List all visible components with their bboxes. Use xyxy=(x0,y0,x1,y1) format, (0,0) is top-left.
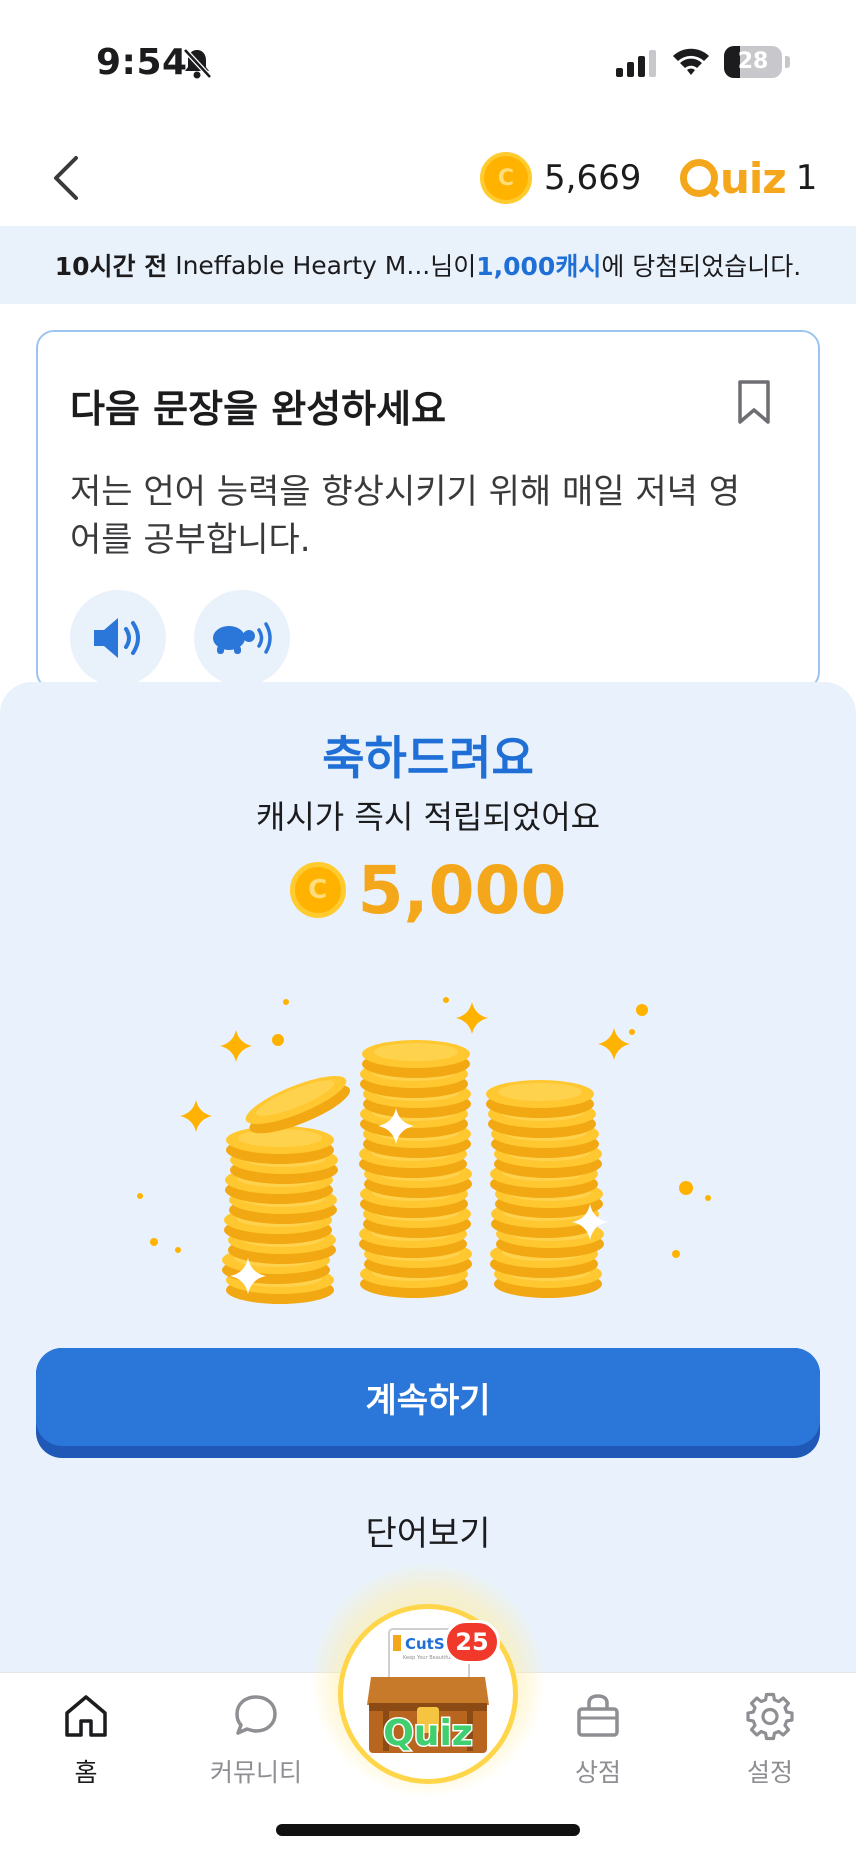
ticker-text-end: 에 당첨되었습니다. xyxy=(601,252,802,281)
tab-community[interactable]: 커뮤니티 xyxy=(196,1691,316,1801)
question-title: 다음 문장을 완성하세요 xyxy=(70,387,447,431)
ticker-time: 10시간 전 xyxy=(54,252,168,281)
battery-tip xyxy=(785,56,790,68)
tab-community-label: 커뮤니티 xyxy=(209,1758,302,1787)
reward-title: 축하드려요 xyxy=(322,731,534,785)
coin-icon: C xyxy=(289,862,346,918)
tab-settings[interactable]: 설정 xyxy=(710,1691,830,1801)
speaker-icon xyxy=(94,618,140,658)
ticker-user: Ineffable Hearty M... xyxy=(175,250,431,280)
coin-stacks-illustration xyxy=(137,997,711,1304)
cellular-signal-icon xyxy=(616,50,656,77)
word-view-button[interactable]: 단어보기 xyxy=(328,1500,528,1560)
status-bar: 9:54 28 xyxy=(0,0,856,120)
bookmark-icon[interactable] xyxy=(734,378,774,426)
ticker-text: 님이 xyxy=(430,252,477,281)
bell-slash-icon xyxy=(183,48,212,79)
quiz-notification-badge: 25 xyxy=(444,1620,500,1664)
chevron-left-icon xyxy=(54,156,78,200)
reward-subtitle: 캐시가 즉시 적립되었어요 xyxy=(255,798,601,836)
winner-ticker: 10시간 전 Ineffable Hearty M... 님이 1,000캐시 에 … xyxy=(0,226,856,304)
turtle-slow-speaker-icon xyxy=(213,622,272,654)
coin-balance-value: 5,669 xyxy=(544,158,642,198)
battery-indicator: 28 xyxy=(724,46,782,78)
gear-icon xyxy=(746,1692,794,1741)
chat-bubble-icon xyxy=(235,1695,277,1735)
coin-icon: C xyxy=(480,152,532,204)
coin-balance[interactable]: C 5,669 xyxy=(480,150,641,206)
wifi-icon xyxy=(673,48,709,75)
tab-home-label: 홈 xyxy=(74,1758,98,1787)
play-audio-button[interactable] xyxy=(70,590,166,686)
quiz-center-label: Quiz xyxy=(383,1713,473,1754)
quiz-count[interactable]: uiz 1 xyxy=(680,150,817,206)
quiz-logo: uiz xyxy=(680,154,787,203)
header: C 5,669 uiz 1 xyxy=(0,130,856,226)
question-card: 다음 문장을 완성하세요 저는 언어 능력을 향상시키기 위해 매일 저녁 영어… xyxy=(36,330,820,690)
ticker-prize: 1,000캐시 xyxy=(476,252,602,281)
shopping-bag-icon xyxy=(577,1694,619,1737)
question-sentence: 저는 언어 능력을 향상시키기 위해 매일 저녁 영어를 공부합니다. xyxy=(70,472,740,560)
status-time: 9:54 xyxy=(96,42,188,83)
tab-settings-label: 설정 xyxy=(746,1758,793,1787)
continue-button[interactable]: 계속하기 xyxy=(36,1348,820,1458)
battery-level: 28 xyxy=(737,49,769,74)
reward-amount-row: C 5,000 xyxy=(0,850,856,930)
tab-home[interactable]: 홈 xyxy=(26,1691,146,1801)
reward-amount: 5,000 xyxy=(357,851,567,929)
tab-store-label: 상점 xyxy=(574,1758,621,1787)
quiz-count-value: 1 xyxy=(795,158,818,198)
continue-button-label: 계속하기 xyxy=(36,1348,820,1446)
play-slow-audio-button[interactable] xyxy=(194,590,290,686)
home-icon xyxy=(65,1695,107,1737)
home-indicator xyxy=(276,1824,580,1836)
tab-store[interactable]: 상점 xyxy=(538,1691,658,1801)
back-button[interactable] xyxy=(40,150,90,206)
